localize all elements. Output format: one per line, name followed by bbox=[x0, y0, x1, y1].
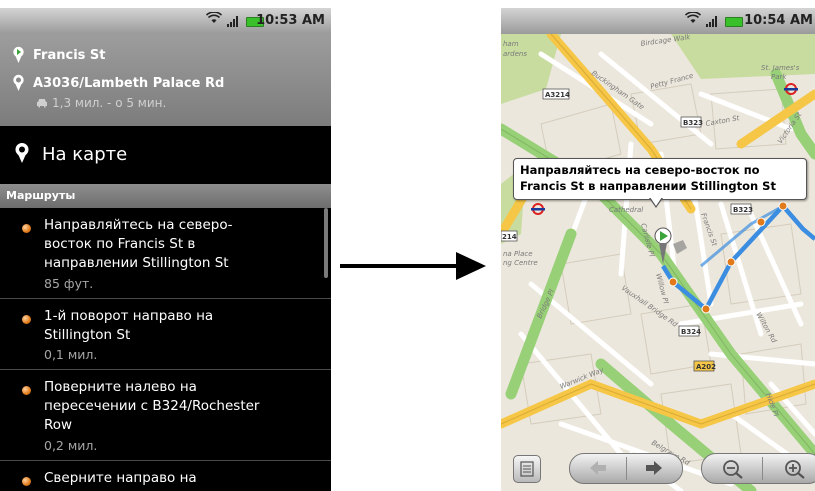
svg-text:St. James's: St. James's bbox=[761, 64, 800, 72]
svg-text:Park: Park bbox=[771, 73, 787, 81]
direction-step-text: Направляйтесь на северо- восток по Franc… bbox=[44, 217, 233, 271]
svg-text:B323: B323 bbox=[733, 206, 753, 214]
wifi-icon bbox=[684, 11, 702, 27]
svg-text:B324: B324 bbox=[681, 328, 701, 336]
balloon-text-line: Направляйтесь на северо-восток по bbox=[520, 163, 760, 177]
direction-step-text: Сверните направо на bbox=[44, 470, 197, 486]
road-shield: A3214 bbox=[542, 88, 570, 100]
routes-section-title: Маршруты bbox=[6, 189, 76, 202]
start-pin-icon bbox=[13, 46, 24, 63]
show-on-map-label: На карте bbox=[42, 144, 128, 165]
direction-step-text: Поверните налево на пересечении с B324/R… bbox=[44, 379, 260, 433]
transition-arrow bbox=[340, 252, 486, 280]
signal-icon bbox=[227, 16, 238, 27]
directions-list-button[interactable] bbox=[513, 455, 541, 483]
next-step-button[interactable] bbox=[644, 460, 664, 476]
show-on-map-item[interactable]: На карте bbox=[0, 126, 331, 184]
zoom-out-button[interactable] bbox=[722, 459, 744, 479]
directions-list: Направляйтесь на северо- восток по Franc… bbox=[0, 208, 331, 491]
route-start: Francis St bbox=[12, 46, 106, 64]
balloon-text-line: Francis St в направлении Stillington St bbox=[520, 179, 776, 193]
svg-text:ardens: ardens bbox=[503, 50, 527, 58]
previous-step-button[interactable] bbox=[588, 460, 608, 476]
route-destination-label: A3036/Lambeth Palace Rd bbox=[33, 75, 225, 91]
direction-step-distance: 0,1 мил. bbox=[44, 347, 98, 362]
route-destination: A3036/Lambeth Palace Rd bbox=[12, 74, 224, 92]
svg-text:A202: A202 bbox=[696, 363, 716, 371]
car-icon bbox=[37, 99, 47, 108]
list-icon bbox=[520, 461, 534, 477]
route-summary-text: 1,3 мил. - о 5 мин. bbox=[52, 96, 167, 110]
direction-step-distance: 0,2 мил. bbox=[44, 438, 98, 453]
map-view[interactable]: A3214 B323 B323 B324 A202 214 ham ardens… bbox=[501, 34, 815, 491]
road-shield: A202 bbox=[693, 360, 716, 372]
list-scrollbar[interactable] bbox=[324, 208, 328, 278]
status-bar: 10:54 AM bbox=[501, 8, 815, 34]
clock: 10:54 AM bbox=[744, 13, 813, 28]
directions-screen: 10:53 AM Francis St A3036/Lambeth Palace… bbox=[0, 8, 331, 491]
road-shield: B323 bbox=[680, 116, 703, 128]
wifi-icon bbox=[205, 11, 223, 27]
route-distance-time: 1,3 мил. - о 5 мин. bbox=[36, 96, 166, 110]
waypoint-dot-icon bbox=[22, 315, 31, 324]
direction-step[interactable]: Сверните направо на bbox=[0, 461, 331, 491]
direction-step-distance: 85 фут. bbox=[44, 276, 94, 291]
route-start-label: Francis St bbox=[33, 47, 106, 63]
svg-text:214: 214 bbox=[502, 233, 517, 241]
step-navigation bbox=[569, 453, 683, 484]
svg-text:ham: ham bbox=[503, 40, 519, 48]
direction-balloon[interactable]: Направляйтесь на северо-восток по Franci… bbox=[513, 158, 807, 200]
svg-text:B323: B323 bbox=[683, 119, 703, 127]
direction-step[interactable]: 1-й поворот направо на Stillington St 0,… bbox=[0, 299, 331, 370]
road-shield: B323 bbox=[730, 203, 753, 215]
clock: 10:53 AM bbox=[256, 13, 325, 28]
road-shield: 214 bbox=[501, 230, 518, 242]
svg-text:ng Centre: ng Centre bbox=[503, 259, 538, 267]
battery-icon bbox=[725, 17, 743, 27]
zoom-controls bbox=[701, 453, 815, 484]
waypoint-dot-icon bbox=[22, 386, 31, 395]
direction-step[interactable]: Направляйтесь на северо- восток по Franc… bbox=[0, 208, 331, 299]
zoom-in-button[interactable] bbox=[784, 459, 806, 479]
waypoint-dot-icon bbox=[22, 224, 31, 233]
map-pin-icon bbox=[15, 143, 29, 163]
direction-step-text: 1-й поворот направо на Stillington St bbox=[44, 308, 214, 343]
road-shield: B324 bbox=[678, 325, 701, 337]
route-summary[interactable]: Francis St A3036/Lambeth Palace Rd 1,3 м… bbox=[0, 34, 331, 126]
signal-icon bbox=[706, 16, 717, 27]
waypoint-dot-icon bbox=[22, 477, 31, 486]
svg-text:na Place: na Place bbox=[503, 250, 533, 258]
svg-text:A3214: A3214 bbox=[545, 91, 570, 99]
routes-section-header: Маршруты bbox=[0, 184, 331, 208]
map-screen: 10:54 AM A3214 B323 B323 B324 A202 214 h… bbox=[501, 8, 815, 491]
destination-pin-icon bbox=[13, 74, 24, 91]
status-bar: 10:53 AM bbox=[0, 8, 331, 34]
svg-text:Cathedral: Cathedral bbox=[609, 206, 643, 214]
direction-step[interactable]: Поверните налево на пересечении с B324/R… bbox=[0, 370, 331, 461]
